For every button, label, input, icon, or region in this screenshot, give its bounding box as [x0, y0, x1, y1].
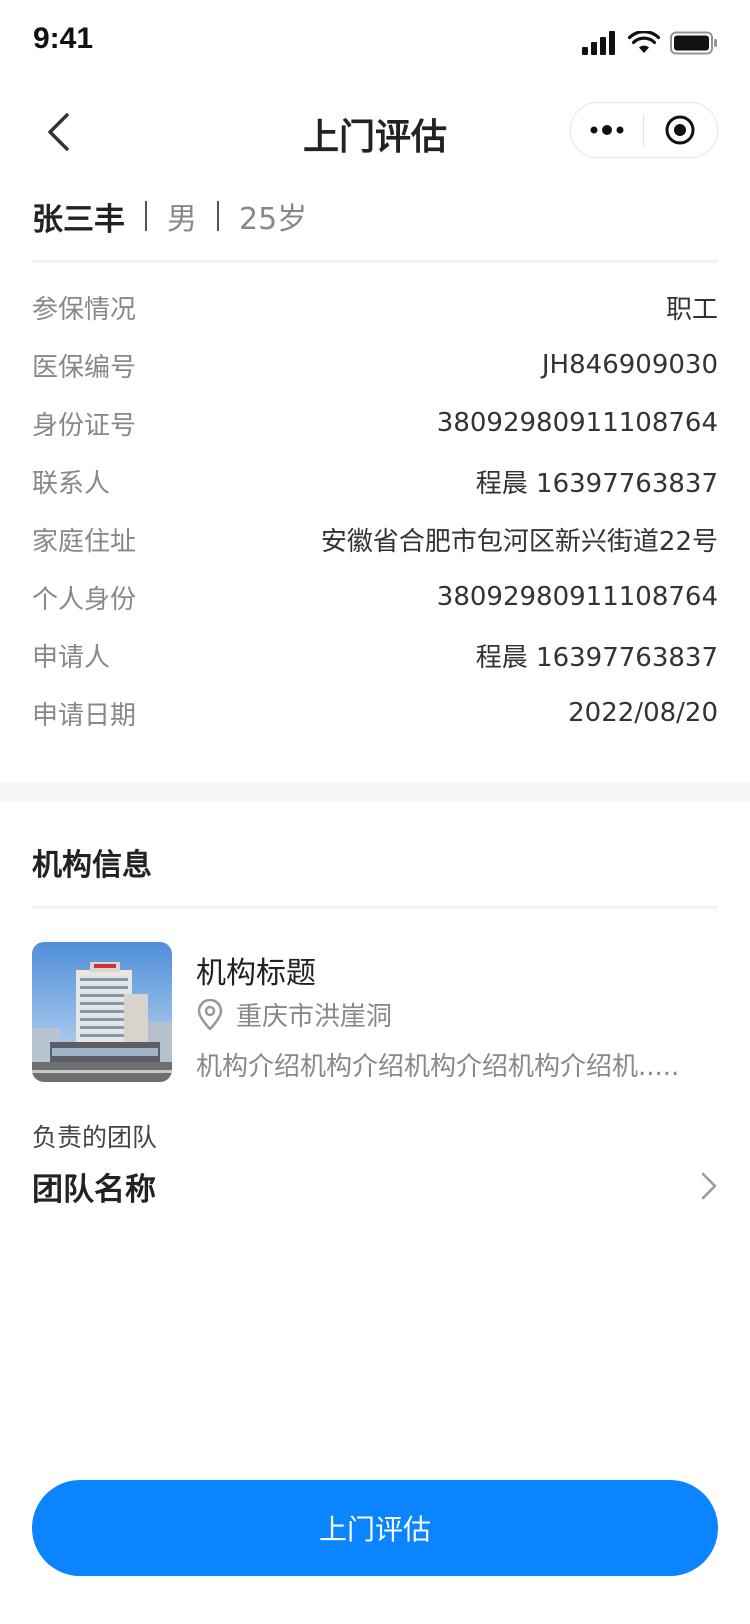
- person-name: 张三丰: [32, 201, 125, 238]
- info-label: 联系人: [32, 468, 111, 499]
- team-name: 团队名称: [32, 1171, 156, 1208]
- divider: [217, 201, 219, 231]
- org-description: 机构介绍机构介绍机构介绍机构介绍机.....: [196, 1052, 680, 1082]
- info-label: 个人身份: [32, 584, 137, 615]
- person-summary: 张三丰 男 25岁: [32, 192, 307, 240]
- info-value: 2022/08/20: [568, 698, 718, 728]
- info-label: 申请人: [32, 642, 111, 673]
- org-image: [32, 942, 172, 1082]
- info-row-medical-id: 医保编号 JH846909030: [32, 336, 718, 394]
- person-age: 25岁: [239, 202, 308, 237]
- target-icon: [665, 115, 695, 145]
- info-value: 程晨 16397763837: [475, 468, 718, 499]
- info-value: 程晨 16397763837: [475, 642, 718, 673]
- info-value: 职工: [665, 294, 718, 325]
- team-label: 负责的团队: [32, 1123, 158, 1152]
- info-row-insurance: 参保情况 职工: [32, 278, 718, 336]
- person-gender: 男: [167, 202, 197, 237]
- status-bar: 9:41: [0, 0, 750, 88]
- more-button[interactable]: [571, 103, 643, 157]
- divider: [32, 906, 718, 909]
- info-label: 申请日期: [32, 700, 137, 731]
- chevron-right-icon: [701, 1172, 717, 1200]
- nav-bar: 上门评估: [0, 88, 750, 176]
- org-title: 机构标题: [196, 956, 316, 991]
- info-row-address: 家庭住址 安徽省合肥市包河区新兴街道22号: [32, 510, 718, 568]
- divider: [145, 201, 147, 231]
- close-program-button[interactable]: [644, 103, 716, 157]
- team-row[interactable]: 团队名称: [32, 1160, 718, 1212]
- signal-icon: [582, 31, 615, 55]
- home-assessment-button[interactable]: 上门评估: [32, 1480, 718, 1576]
- status-time: 9:41: [33, 22, 94, 55]
- info-value: JH846909030: [541, 350, 718, 380]
- wifi-icon: [628, 31, 660, 53]
- battery-icon: [670, 31, 717, 55]
- info-label: 参保情况: [32, 294, 137, 325]
- info-row-identity: 个人身份 38092980911108764: [32, 568, 718, 626]
- divider: [32, 260, 718, 263]
- org-card[interactable]: 机构标题 重庆市洪崖洞 机构介绍机构介绍机构介绍机构介绍机.....: [32, 942, 718, 1082]
- org-location-text: 重庆市洪崖洞: [236, 1002, 393, 1032]
- info-label: 医保编号: [32, 352, 137, 383]
- info-label: 家庭住址: [32, 526, 137, 557]
- hospital-building-image: [32, 942, 172, 1082]
- info-row-contact: 联系人 程晨 16397763837: [32, 452, 718, 510]
- info-row-id-number: 身份证号 38092980911108764: [32, 394, 718, 452]
- section-gap: [0, 782, 750, 802]
- location-pin-icon: [196, 998, 224, 1031]
- info-value: 38092980911108764: [436, 582, 718, 612]
- status-icons: [582, 30, 718, 56]
- org-location: 重庆市洪崖洞: [196, 996, 392, 1033]
- mini-program-capsule: [570, 102, 718, 158]
- info-label: 身份证号: [32, 410, 137, 441]
- info-list: 参保情况 职工 医保编号 JH846909030 身份证号 3809298091…: [32, 278, 718, 742]
- info-row-apply-date: 申请日期 2022/08/20: [32, 684, 718, 742]
- info-value: 安徽省合肥市包河区新兴街道22号: [320, 526, 718, 557]
- section-title: 机构信息: [32, 848, 152, 883]
- info-row-applicant: 申请人 程晨 16397763837: [32, 626, 718, 684]
- info-value: 38092980911108764: [436, 408, 718, 438]
- more-dots-icon: [590, 125, 624, 135]
